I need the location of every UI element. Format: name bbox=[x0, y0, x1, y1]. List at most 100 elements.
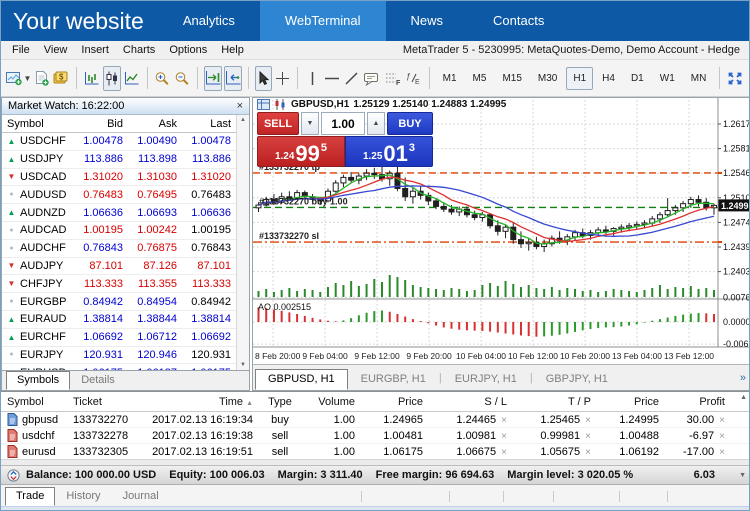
chart-tab-gbpusd-h1[interactable]: GBPUSD, H1 bbox=[255, 369, 348, 390]
timeframe-h4[interactable]: H4 bbox=[595, 67, 622, 90]
column-header-profit[interactable]: Profit bbox=[665, 396, 731, 408]
nav-item-news[interactable]: News bbox=[386, 1, 469, 41]
line-chart-icon[interactable] bbox=[123, 66, 141, 91]
column-header-sl[interactable]: S / L bbox=[429, 396, 513, 408]
timeframe-h1[interactable]: H1 bbox=[566, 66, 594, 90]
chart-shift-icon[interactable] bbox=[224, 65, 243, 91]
tab-symbols[interactable]: Symbols bbox=[6, 371, 71, 390]
market-watch-row-eurgbp[interactable]: ● EURGBP 0.84942 0.84954 0.84942 bbox=[2, 293, 236, 311]
tab-details[interactable]: Details bbox=[70, 371, 126, 390]
chart-panel-icon[interactable] bbox=[257, 99, 270, 110]
column-header-ask[interactable]: Ask bbox=[128, 118, 182, 130]
market-watch-row-usdcad[interactable]: ▼ USDCAD 1.31020 1.31030 1.31020 bbox=[2, 169, 236, 187]
market-watch-row-audjpy[interactable]: ▼ AUDJPY 87.101 87.126 87.101 bbox=[2, 258, 236, 276]
chart-tab-eurjpy-h1[interactable]: EURJPY, H1 bbox=[442, 369, 530, 390]
zoom-out-icon[interactable] bbox=[173, 66, 191, 91]
remove-icon[interactable]: × bbox=[719, 431, 725, 442]
timeframe-m15[interactable]: M15 bbox=[495, 67, 528, 90]
volume-down-button[interactable]: ▼ bbox=[301, 112, 319, 135]
remove-icon[interactable]: × bbox=[719, 415, 725, 426]
trade-row-usdchf[interactable]: usdchf 133732278 2017.02.13 16:19:38 sell 1.… bbox=[1, 428, 749, 444]
menu-file[interactable]: File bbox=[5, 44, 37, 56]
market-watch-row-eurchf[interactable]: ▲ EURCHF 1.06692 1.06712 1.06692 bbox=[2, 329, 236, 347]
timeframe-m1[interactable]: M1 bbox=[436, 67, 464, 90]
timeframe-w1[interactable]: W1 bbox=[653, 67, 682, 90]
tab-journal[interactable]: Journal bbox=[112, 487, 170, 506]
tab-history[interactable]: History bbox=[55, 487, 111, 506]
bars-chart-icon[interactable] bbox=[83, 66, 101, 91]
vertical-line-icon[interactable] bbox=[304, 66, 321, 91]
column-header-bid[interactable]: Bid bbox=[74, 118, 128, 130]
market-watch-row-audchf[interactable]: ● AUDCHF 0.76843 0.76875 0.76843 bbox=[2, 240, 236, 258]
remove-icon[interactable]: × bbox=[501, 415, 507, 426]
volume-up-button[interactable]: ▲ bbox=[367, 112, 385, 135]
column-header-tp[interactable]: T / P bbox=[513, 396, 597, 408]
zoom-in-icon[interactable] bbox=[153, 66, 171, 91]
timeframe-m30[interactable]: M30 bbox=[531, 67, 564, 90]
column-header-price[interactable]: Price bbox=[361, 396, 429, 408]
column-header-volume[interactable]: Volume bbox=[301, 396, 361, 408]
nav-item-webterminal[interactable]: WebTerminal bbox=[259, 1, 386, 41]
text-comment-icon[interactable] bbox=[362, 66, 381, 91]
column-header-symbol[interactable]: Symbol bbox=[2, 118, 74, 130]
menu-options[interactable]: Options bbox=[162, 44, 214, 56]
market-watch-scrollbar[interactable]: ▲ ▼ bbox=[236, 115, 249, 370]
cursor-icon[interactable] bbox=[254, 65, 272, 91]
new-order-icon[interactable] bbox=[33, 66, 50, 91]
autoscroll-icon[interactable] bbox=[204, 65, 223, 91]
fullscreen-icon[interactable] bbox=[726, 66, 744, 91]
chart-symbol-icon[interactable] bbox=[274, 99, 287, 110]
buy-button[interactable]: BUY bbox=[387, 112, 433, 135]
tab-trade[interactable]: Trade bbox=[5, 487, 56, 506]
market-watch-row-audcad[interactable]: ● AUDCAD 1.00195 1.00242 1.00195 bbox=[2, 222, 236, 240]
menu-view[interactable]: View bbox=[37, 44, 75, 56]
remove-icon[interactable]: × bbox=[585, 415, 591, 426]
remove-icon[interactable]: × bbox=[585, 431, 591, 442]
deposit-icon[interactable]: $ bbox=[52, 66, 70, 91]
crosshair-icon[interactable] bbox=[274, 66, 291, 91]
menu-charts[interactable]: Charts bbox=[116, 44, 162, 56]
chart-tab-eurgbp-h1[interactable]: EURGBP, H1 bbox=[348, 369, 439, 390]
trade-row-gbpusd[interactable]: gbpusd 133732270 2017.02.13 16:19:34 buy 1.0… bbox=[1, 412, 749, 428]
column-header-type[interactable]: Type bbox=[259, 396, 301, 408]
chart-tab-gbpjpy-h1[interactable]: GBPJPY, H1 bbox=[533, 369, 621, 390]
nav-item-analytics[interactable]: Analytics bbox=[158, 1, 260, 41]
market-watch-row-eurjpy[interactable]: ● EURJPY 120.931 120.946 120.931 bbox=[2, 347, 236, 365]
buy-price-panel[interactable]: 1.25 01 3 bbox=[345, 136, 433, 167]
column-header-time[interactable]: Time ▲ bbox=[143, 396, 259, 408]
market-watch-row-audusd[interactable]: ● AUDUSD 0.76483 0.76495 0.76483 bbox=[2, 186, 236, 205]
market-watch-row-chfjpy[interactable]: ▼ CHFJPY 113.333 113.355 113.333 bbox=[2, 275, 236, 294]
volume-input[interactable]: 1.00 bbox=[321, 112, 365, 135]
scroll-up-icon[interactable]: ▲ bbox=[740, 394, 747, 401]
horizontal-line-icon[interactable] bbox=[323, 66, 341, 91]
new-chart-icon[interactable]: ▼ bbox=[5, 66, 31, 91]
fibo-icon[interactable]: F bbox=[383, 66, 402, 91]
column-header-price[interactable]: Price bbox=[597, 396, 665, 408]
remove-icon[interactable]: × bbox=[501, 431, 507, 442]
timeframe-mn[interactable]: MN bbox=[684, 67, 714, 90]
menu-insert[interactable]: Insert bbox=[74, 44, 116, 56]
column-header-ticket[interactable]: Ticket bbox=[67, 396, 143, 408]
scroll-down-icon[interactable]: ▼ bbox=[739, 472, 746, 479]
menu-help[interactable]: Help bbox=[214, 44, 251, 56]
remove-icon[interactable]: × bbox=[585, 447, 591, 458]
sell-button[interactable]: SELL bbox=[257, 112, 299, 135]
timeframe-m5[interactable]: M5 bbox=[466, 67, 494, 90]
candles-chart-icon[interactable] bbox=[102, 65, 121, 91]
cycle-lines-icon[interactable]: ƒE bbox=[404, 66, 423, 91]
scroll-up-icon[interactable]: ▲ bbox=[240, 117, 246, 123]
scroll-down-icon[interactable]: ▼ bbox=[240, 362, 246, 368]
column-header-symbol[interactable]: Symbol bbox=[1, 396, 67, 408]
remove-icon[interactable]: × bbox=[501, 447, 507, 458]
remove-icon[interactable]: × bbox=[719, 447, 725, 458]
column-header-last[interactable]: Last bbox=[182, 118, 236, 130]
trade-row-eurusd[interactable]: eurusd 133732305 2017.02.13 16:19:51 sell 1.… bbox=[1, 444, 749, 460]
trendline-icon[interactable] bbox=[343, 66, 360, 91]
timeframe-d1[interactable]: D1 bbox=[624, 67, 651, 90]
market-watch-row-usdjpy[interactable]: ▲ USDJPY 113.886 113.898 113.886 bbox=[2, 151, 236, 169]
close-icon[interactable]: × bbox=[237, 100, 243, 112]
market-watch-row-euraud[interactable]: ▲ EURAUD 1.38814 1.38844 1.38814 bbox=[2, 311, 236, 329]
market-watch-row-usdchf[interactable]: ▲ USDCHF 1.00478 1.00490 1.00478 bbox=[2, 133, 236, 151]
market-watch-row-audnzd[interactable]: ▲ AUDNZD 1.06636 1.06693 1.06636 bbox=[2, 204, 236, 222]
sell-price-panel[interactable]: 1.24 99 5 bbox=[257, 136, 345, 167]
